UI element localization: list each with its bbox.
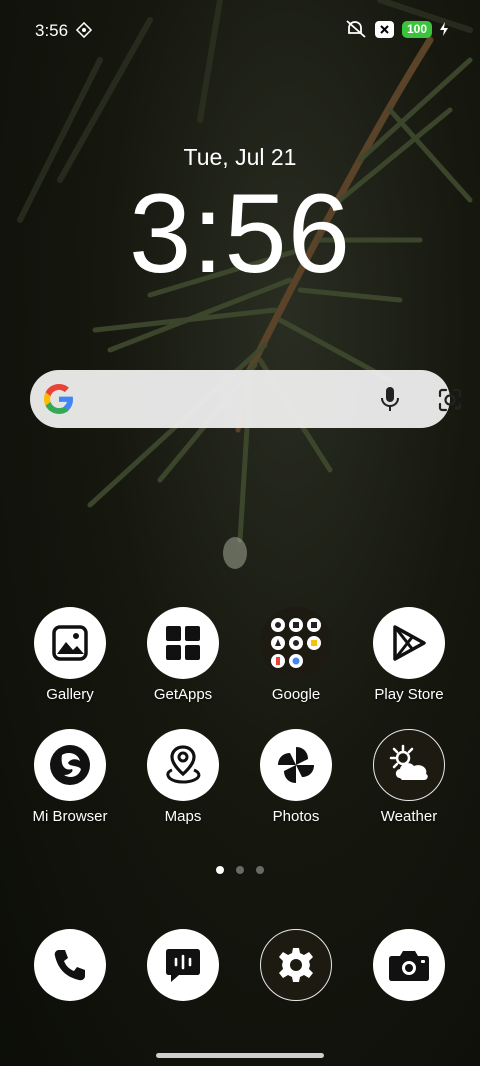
google-logo-icon bbox=[44, 384, 73, 414]
app-label: Maps bbox=[164, 808, 202, 825]
notification-icon bbox=[76, 22, 92, 38]
battery-level: 100 bbox=[401, 20, 432, 38]
app-label: Photos bbox=[272, 808, 320, 825]
app-google-folder[interactable]: Google bbox=[240, 607, 352, 703]
voice-search-icon[interactable] bbox=[378, 386, 402, 412]
app-play-store[interactable]: Play Store bbox=[353, 607, 465, 703]
app-label: Play Store bbox=[374, 686, 444, 703]
gesture-bar[interactable] bbox=[156, 1053, 324, 1058]
mi-browser-icon bbox=[34, 729, 106, 801]
app-label: Mi Browser bbox=[32, 808, 108, 825]
status-time: 3:56 bbox=[35, 21, 69, 40]
page-dot[interactable] bbox=[256, 866, 264, 874]
google-search-bar[interactable] bbox=[30, 370, 462, 428]
dock-camera[interactable] bbox=[353, 929, 465, 1001]
app-mi-browser[interactable]: Mi Browser bbox=[14, 729, 126, 825]
page-dot[interactable] bbox=[216, 866, 224, 874]
app-weather[interactable]: Weather bbox=[353, 729, 465, 825]
app-photos[interactable]: Photos bbox=[240, 729, 352, 825]
camera-icon bbox=[373, 929, 445, 1001]
weather-icon bbox=[373, 729, 445, 801]
close-box-icon bbox=[374, 20, 394, 38]
app-label: Gallery bbox=[46, 686, 94, 703]
app-getapps[interactable]: GetApps bbox=[127, 607, 239, 703]
date-widget[interactable]: Tue, Jul 21 bbox=[0, 144, 480, 171]
dock-settings[interactable] bbox=[240, 929, 352, 1001]
settings-icon bbox=[260, 929, 332, 1001]
gallery-icon bbox=[34, 607, 106, 679]
app-label: Google bbox=[271, 686, 321, 703]
lens-icon[interactable] bbox=[436, 386, 464, 414]
app-label: GetApps bbox=[153, 686, 213, 703]
mute-icon bbox=[346, 20, 366, 38]
charging-icon bbox=[440, 22, 448, 36]
page-indicator[interactable] bbox=[0, 866, 480, 874]
dock-phone[interactable] bbox=[14, 929, 126, 1001]
status-bar: 3:56 100 bbox=[0, 0, 480, 62]
app-maps[interactable]: Maps bbox=[127, 729, 239, 825]
clock-widget[interactable]: 3:56 bbox=[0, 175, 480, 293]
getapps-icon bbox=[147, 607, 219, 679]
maps-icon bbox=[147, 729, 219, 801]
play-store-icon bbox=[373, 607, 445, 679]
phone-icon bbox=[34, 929, 106, 1001]
photos-icon bbox=[260, 729, 332, 801]
messages-icon bbox=[147, 929, 219, 1001]
app-gallery[interactable]: Gallery bbox=[14, 607, 126, 703]
page-dot[interactable] bbox=[236, 866, 244, 874]
google-folder-icon bbox=[260, 607, 332, 679]
dock-messages[interactable] bbox=[127, 929, 239, 1001]
app-label: Weather bbox=[380, 808, 438, 825]
